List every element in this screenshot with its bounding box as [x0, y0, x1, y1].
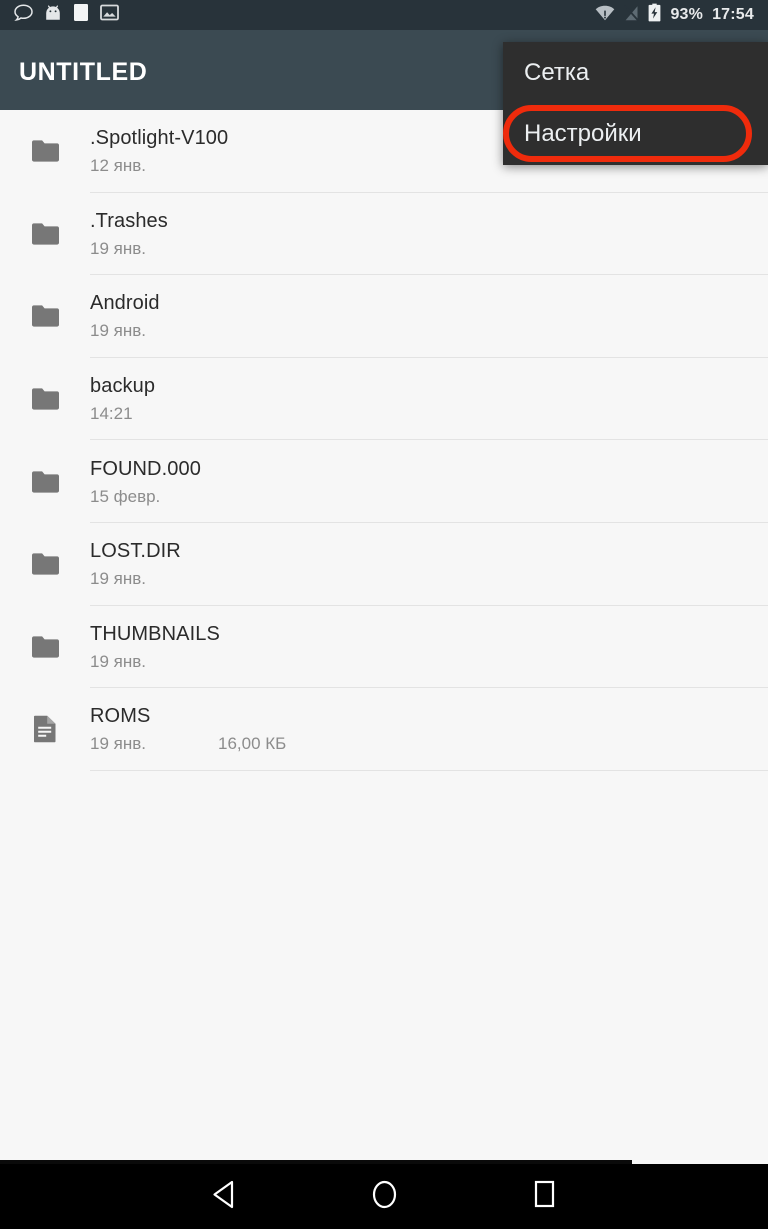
nav-back-button[interactable]	[144, 1164, 304, 1229]
page-title: UNTITLED	[19, 58, 148, 86]
list-item-date: 19 янв.	[90, 321, 146, 341]
list-item-name: Android	[90, 292, 160, 315]
list-item-name: .Trashes	[90, 209, 168, 232]
no-sim-icon	[624, 4, 640, 26]
folder-icon	[0, 222, 90, 246]
status-bar-notification-icons	[14, 3, 119, 27]
clock-label: 17:54	[712, 6, 754, 23]
wifi-warning-icon	[595, 5, 615, 26]
blank-page-icon	[73, 3, 89, 27]
list-item[interactable]: .Trashes 19 янв.	[0, 193, 768, 276]
folder-icon	[0, 470, 90, 494]
list-item[interactable]: THUMBNAILS 19 янв.	[0, 606, 768, 689]
folder-icon	[0, 139, 90, 163]
list-item[interactable]: FOUND.000 15 февр.	[0, 440, 768, 523]
list-item-date: 14:21	[90, 404, 133, 424]
triangle-back-icon	[211, 1180, 238, 1214]
folder-icon	[0, 552, 90, 576]
square-recents-icon	[532, 1179, 557, 1214]
menu-item-grid[interactable]: Сетка	[503, 42, 768, 103]
list-item-date: 19 янв.	[90, 569, 146, 589]
nav-recents-button[interactable]	[464, 1164, 624, 1229]
battery-charging-icon	[648, 3, 661, 27]
list-item-date: 19 янв.	[90, 734, 146, 754]
list-item[interactable]: LOST.DIR 19 янв.	[0, 523, 768, 606]
list-item-date: 19 янв.	[90, 651, 146, 671]
file-icon	[0, 715, 90, 743]
menu-item-grid-label: Сетка	[524, 58, 590, 86]
nav-home-button[interactable]	[304, 1164, 464, 1229]
scroll-indicator[interactable]	[0, 1160, 632, 1164]
menu-item-settings[interactable]: Настройки	[503, 103, 768, 164]
list-item-name: THUMBNAILS	[90, 622, 220, 645]
list-item-size: 16,00 КБ	[218, 734, 287, 754]
android-head-icon	[44, 4, 62, 27]
photo-icon	[100, 4, 119, 26]
list-item-name: LOST.DIR	[90, 540, 181, 563]
status-bar: 93% 17:54	[0, 0, 768, 30]
status-bar-system-icons: 93% 17:54	[595, 3, 754, 27]
folder-icon	[0, 635, 90, 659]
row-divider	[90, 769, 768, 771]
menu-item-settings-label: Настройки	[524, 119, 642, 147]
list-item-date: 15 февр.	[90, 486, 161, 506]
folder-icon	[0, 304, 90, 328]
list-item[interactable]: ROMS 19 янв. 16,00 КБ	[0, 688, 768, 771]
list-item-name: backup	[90, 375, 156, 398]
message-bubble-icon	[14, 3, 33, 27]
list-item[interactable]: backup 14:21	[0, 358, 768, 441]
device-screen: 93% 17:54 UNTITLED Сетка Настройки .Spot…	[0, 0, 768, 1229]
list-item-date: 19 янв.	[90, 238, 146, 258]
folder-icon	[0, 387, 90, 411]
battery-percent-label: 93%	[670, 6, 704, 23]
list-item-date: 12 янв.	[90, 156, 146, 176]
list-item-name: FOUND.000	[90, 457, 201, 480]
system-navigation-bar	[0, 1164, 768, 1229]
list-item-name: ROMS	[90, 705, 151, 728]
circle-home-icon	[371, 1179, 398, 1215]
list-item[interactable]: Android 19 янв.	[0, 275, 768, 358]
file-list[interactable]: .Spotlight-V100 12 янв. .Trashes 19 янв.	[0, 110, 768, 1165]
overflow-menu[interactable]: Сетка Настройки	[503, 42, 768, 165]
